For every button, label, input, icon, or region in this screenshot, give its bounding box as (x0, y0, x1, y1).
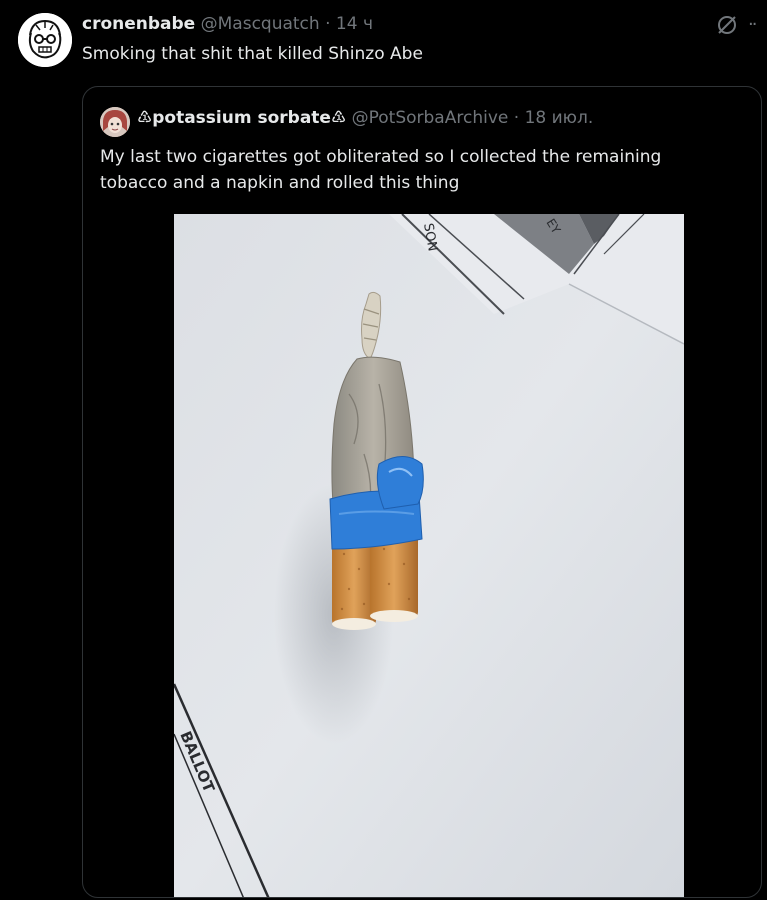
author-display-name[interactable]: cronenbabe (82, 14, 195, 34)
quoted-tweet-text-line: My last two cigarettes got obliterated s… (100, 147, 662, 167)
tweet-photo[interactable]: SON EY BALLOT (174, 214, 684, 897)
author-handle[interactable]: @Mascquatch (201, 14, 320, 34)
quoted-tweet-timestamp[interactable]: 18 июл. (525, 108, 594, 128)
more-icon[interactable]: ·· (748, 14, 758, 35)
separator-dot: · (513, 108, 520, 128)
tweet[interactable]: cronenbabe @Mascquatch · 14 ч Smoking th… (0, 0, 767, 900)
quoted-tweet-text: My last two cigarettes got obliterated s… (100, 144, 720, 196)
quoted-tweet-text-line: tobacco and a napkin and rolled this thi… (100, 173, 460, 193)
separator-dot: · (325, 14, 331, 34)
author-avatar[interactable] (18, 13, 72, 67)
quoted-author-handle[interactable]: @PotSorbaArchive (352, 108, 509, 128)
cartoon-face-avatar-icon (18, 13, 72, 67)
quoted-author-display-name[interactable]: ♳potassium sorbate♳ (137, 108, 346, 128)
quoted-tweet[interactable]: ♳potassium sorbate♳ @PotSorbaArchive · 1… (82, 86, 762, 898)
tweet-header: cronenbabe @Mascquatch · 14 ч (82, 14, 373, 34)
anime-avatar-icon (100, 107, 130, 137)
grok-icon[interactable] (716, 14, 738, 36)
quoted-author-avatar[interactable] (100, 107, 130, 137)
paper-background (174, 214, 684, 897)
quoted-tweet-header: ♳potassium sorbate♳ @PotSorbaArchive · 1… (137, 108, 593, 128)
tweet-text: Smoking that shit that killed Shinzo Abe (82, 44, 423, 64)
tweet-timestamp[interactable]: 14 ч (336, 14, 373, 34)
